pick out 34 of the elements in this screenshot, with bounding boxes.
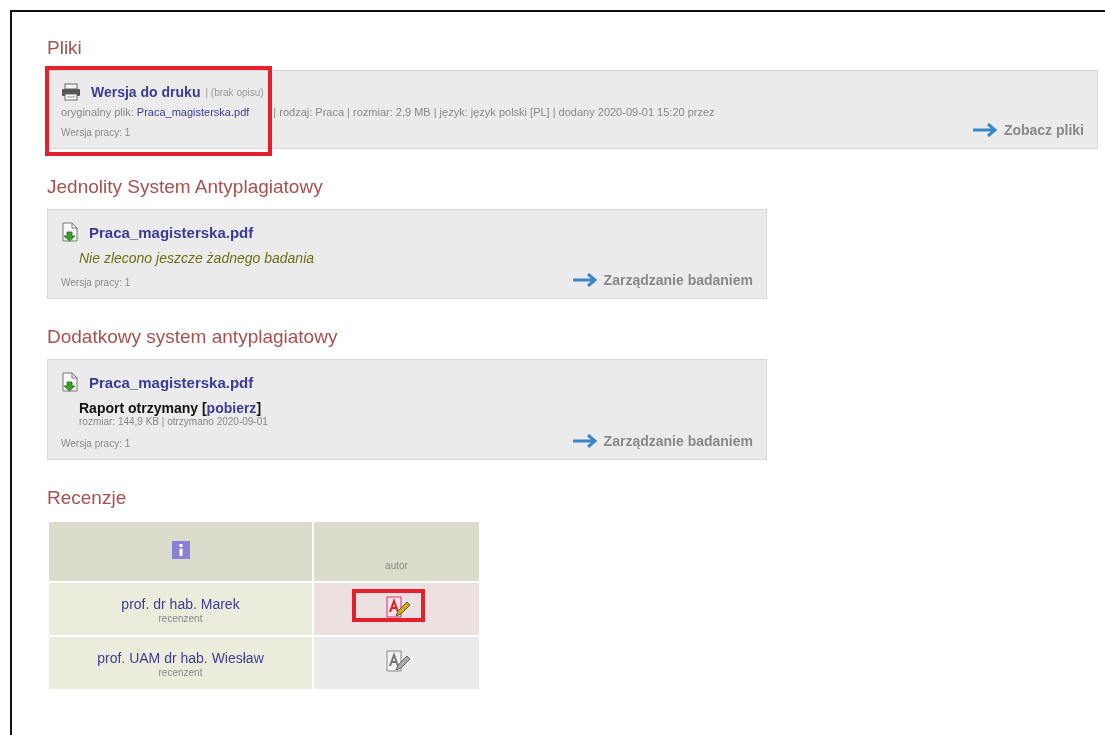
role-text: recenzent: [157, 612, 204, 624]
file-link[interactable]: Praca_magisterska.pdf: [89, 373, 254, 391]
arrow-right-icon: [571, 434, 598, 448]
file-details: | rodzaj: Praca | rozmiar: 2,9 MB | język: język polski [PL] | dodany 2020-09-01 15:20 przez: [273, 106, 715, 118]
reviewer-link[interactable]: prof. dr hab. Marek: [121, 595, 240, 612]
document-pencil-icon[interactable]: [383, 594, 410, 620]
status-text: Nie zlecono jeszcze żadnego badania: [79, 250, 316, 266]
file-link[interactable]: Wersja do druku: [91, 84, 201, 100]
bracket-text: ]: [256, 400, 262, 416]
file-description: | (brak opisu): [205, 86, 264, 98]
section-title: Dodatkowy system antyplagiatowy: [47, 325, 339, 349]
file-details-label: oryginalny plik:: [61, 106, 134, 118]
document-download-icon: [61, 222, 79, 242]
file-link[interactable]: Praca_magisterska.pdf: [89, 223, 254, 241]
bracket-text: [: [201, 400, 207, 416]
document-pencil-icon[interactable]: [383, 648, 410, 674]
role-text: recenzent: [157, 666, 204, 678]
version-text: Wersja pracy: 1: [61, 438, 131, 449]
arrow-right-icon: [971, 123, 998, 137]
printer-icon: [61, 83, 81, 101]
download-link[interactable]: pobierz: [206, 400, 257, 416]
section-title: Pliki: [47, 36, 83, 60]
version-text: Wersja pracy: 1: [61, 127, 131, 138]
report-status: Raport otrzymany: [79, 400, 199, 416]
file-link[interactable]: Praca_magisterska.pdf: [136, 106, 250, 118]
report-details: rozmiar: 144,9 KB | otrzymano 2020-09-01: [79, 416, 269, 427]
column-header: autor: [314, 522, 479, 581]
document-download-icon: [61, 372, 79, 392]
arrow-right-icon: [571, 273, 598, 287]
reviewer-link[interactable]: prof. UAM dr hab. Wiesław: [97, 649, 264, 666]
version-text: Wersja pracy: 1: [61, 277, 131, 288]
section-title: Jednolity System Antyplagiatowy: [47, 175, 324, 199]
section-title: Recenzje: [47, 486, 128, 510]
info-icon: [171, 540, 190, 559]
